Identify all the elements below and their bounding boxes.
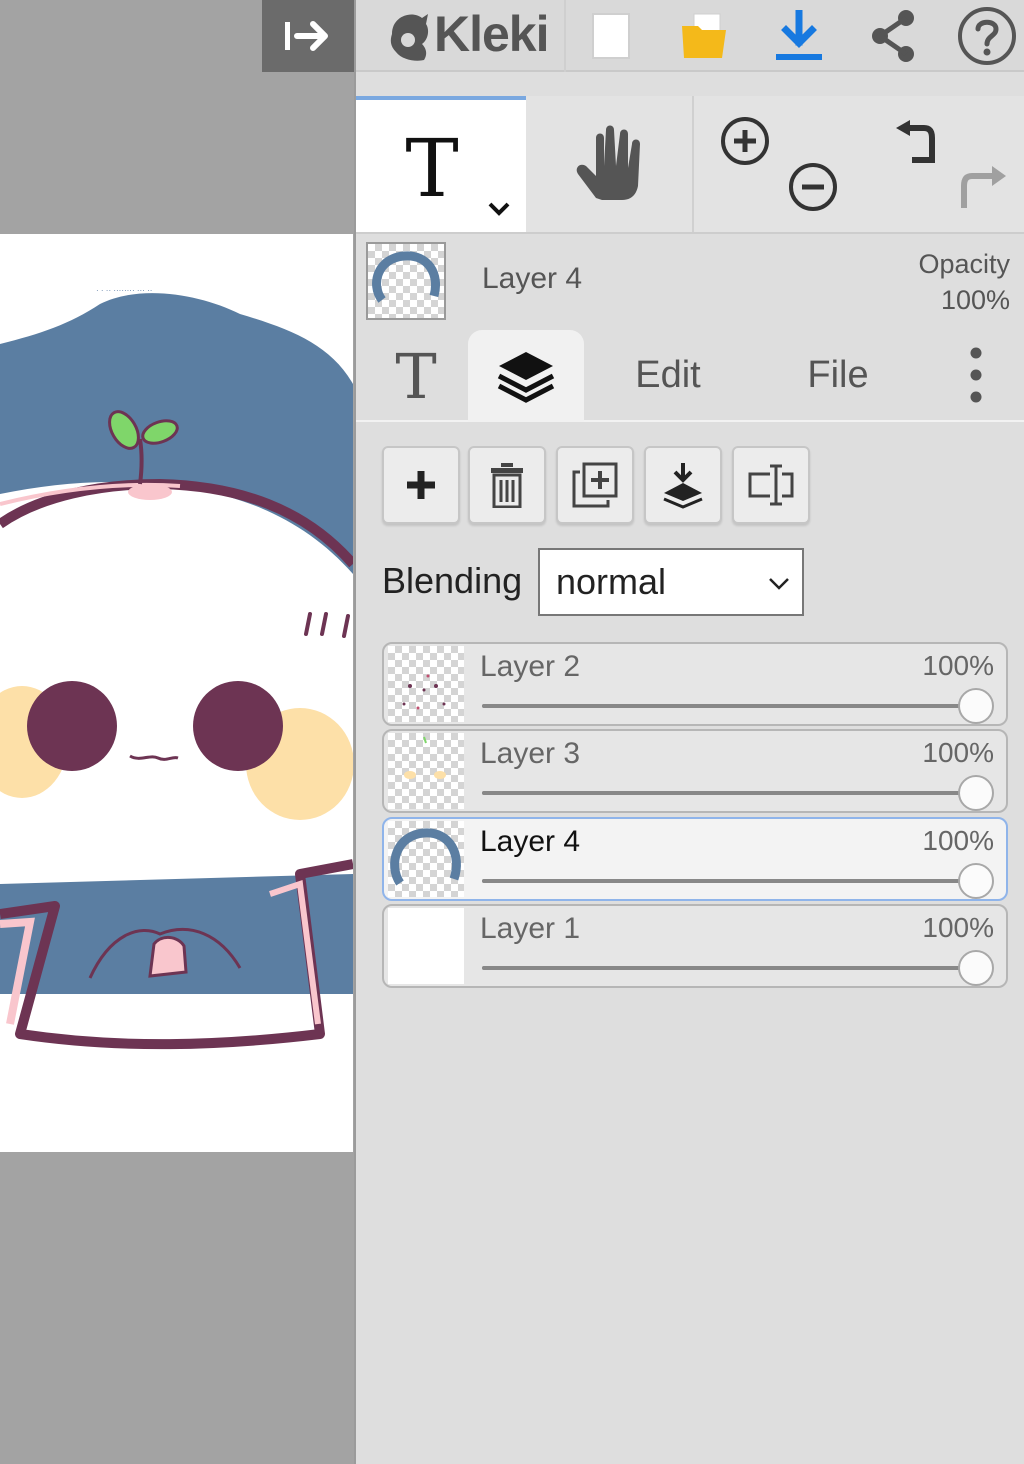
blending-select[interactable]: normal: [538, 548, 804, 616]
help-button[interactable]: [952, 0, 1022, 72]
layer-opacity: 100%: [922, 912, 994, 943]
kleki-logo[interactable]: Kleki: [382, 4, 550, 64]
toggle-panel-button[interactable]: [262, 0, 354, 72]
text-tool-button[interactable]: T: [356, 96, 526, 232]
text-settings-icon: T: [395, 340, 436, 410]
duplicate-icon: [572, 462, 618, 508]
layer-opacity: 100%: [922, 737, 994, 768]
tab-layers[interactable]: [468, 330, 584, 422]
trash-icon: [491, 463, 523, 508]
rename-layer-button[interactable]: [732, 446, 810, 524]
layer-row-layer-3[interactable]: Layer 3 100%: [382, 729, 1008, 813]
layers-panel: Blending normal Layer 2 100% Layer 3 100…: [356, 422, 1024, 1464]
svg-text:T: T: [395, 340, 436, 410]
opacity-label: Opacity: [918, 249, 1010, 279]
merge-down-icon: [663, 463, 703, 509]
open-file-button[interactable]: [670, 0, 740, 72]
layer-opacity: 100%: [922, 650, 994, 681]
layer-opacity: 100%: [922, 825, 994, 856]
merge-down-button[interactable]: [644, 446, 722, 524]
current-layer-name: Layer 4: [482, 262, 583, 295]
save-download-icon: [776, 10, 822, 60]
collapse-arrow-icon: [285, 21, 328, 51]
drawing-canvas[interactable]: · · ·· ········ ··· ··: [0, 234, 353, 1152]
share-button[interactable]: [858, 0, 928, 72]
current-layer-thumbnail: [366, 242, 446, 320]
add-layer-button[interactable]: [382, 446, 460, 524]
duplicate-layer-button[interactable]: [556, 446, 634, 524]
delete-layer-button[interactable]: [468, 446, 546, 524]
layer-name: Layer 2: [480, 650, 581, 683]
layer-thumbnail: [388, 733, 464, 809]
blending-label: Blending: [382, 560, 523, 601]
hand-tool-button[interactable]: [526, 96, 694, 232]
panel-tabs: T Edit File: [356, 330, 1024, 422]
current-layer-opacity: Opacity 100%: [918, 246, 1010, 318]
slider-handle[interactable]: [958, 863, 994, 899]
layer-opacity-slider[interactable]: [482, 704, 976, 708]
slider-handle[interactable]: [958, 775, 994, 811]
canvas-area[interactable]: · · ·· ········ ··· ··: [0, 0, 354, 1464]
share-icon: [872, 10, 914, 62]
topbar-divider: [564, 0, 566, 72]
tool-row: T: [356, 96, 1024, 234]
svg-text:T: T: [405, 122, 458, 215]
plus-icon: [407, 471, 435, 499]
canvas-artwork: [0, 293, 353, 1050]
chevron-down-icon: [769, 578, 789, 590]
tab-tool-settings[interactable]: T: [366, 330, 466, 420]
new-image-button[interactable]: [576, 0, 646, 72]
layer-preview-icon: [372, 251, 440, 303]
character-body: [0, 482, 353, 884]
layer-thumbnail: [388, 646, 464, 722]
layer-name: Layer 3: [480, 737, 581, 770]
hand-tool-icon: [576, 125, 640, 200]
open-folder-icon: [682, 13, 726, 58]
layer-opacity-slider[interactable]: [482, 966, 976, 970]
layers-icon: [497, 352, 555, 403]
side-panel: Kleki T Layer 4 Opacity 100% T Edit File…: [354, 0, 1024, 1464]
more-vertical-icon: [970, 347, 982, 403]
layer-thumbnail: [388, 821, 464, 897]
layer-opacity-slider[interactable]: [482, 791, 976, 795]
tab-edit[interactable]: Edit: [596, 330, 740, 420]
layer-row-layer-4[interactable]: Layer 4 100%: [382, 817, 1008, 901]
layer-thumbnail: [388, 908, 464, 984]
opacity-value: 100%: [940, 285, 1010, 315]
zoom-out-icon[interactable]: [786, 160, 840, 214]
rename-icon: [748, 464, 794, 506]
zoom-in-icon[interactable]: [718, 114, 772, 168]
history-controls: [866, 96, 1024, 232]
zoom-controls: [696, 96, 866, 232]
current-layer-info: Layer 4 Opacity 100%: [356, 236, 1024, 326]
blending-value: normal: [556, 561, 667, 602]
text-tool-icon: T: [405, 122, 510, 216]
canvas-watermark-text: · · ·· ········ ··· ··: [96, 286, 153, 295]
top-toolbar: Kleki: [356, 0, 1024, 72]
new-image-icon: [592, 13, 630, 59]
layer-opacity-slider[interactable]: [482, 879, 976, 883]
redo-icon[interactable]: [956, 160, 1012, 214]
kleki-logo-icon: [390, 14, 429, 61]
logo-text: Kleki: [434, 6, 550, 62]
layer-name: Layer 1: [480, 912, 581, 945]
slider-handle[interactable]: [958, 950, 994, 986]
more-menu-button[interactable]: [946, 330, 1006, 420]
save-button[interactable]: [764, 0, 834, 72]
undo-icon[interactable]: [888, 114, 942, 168]
slider-handle[interactable]: [958, 688, 994, 724]
sprout-stem: [138, 438, 144, 485]
tab-file[interactable]: File: [766, 330, 910, 420]
layer-row-layer-1[interactable]: Layer 1 100%: [382, 904, 1008, 988]
eye-right: [193, 681, 283, 771]
eye-left: [27, 681, 117, 771]
help-icon: [958, 7, 1016, 65]
layer-row-layer-2[interactable]: Layer 2 100%: [382, 642, 1008, 726]
layer-name: Layer 4: [480, 825, 581, 858]
